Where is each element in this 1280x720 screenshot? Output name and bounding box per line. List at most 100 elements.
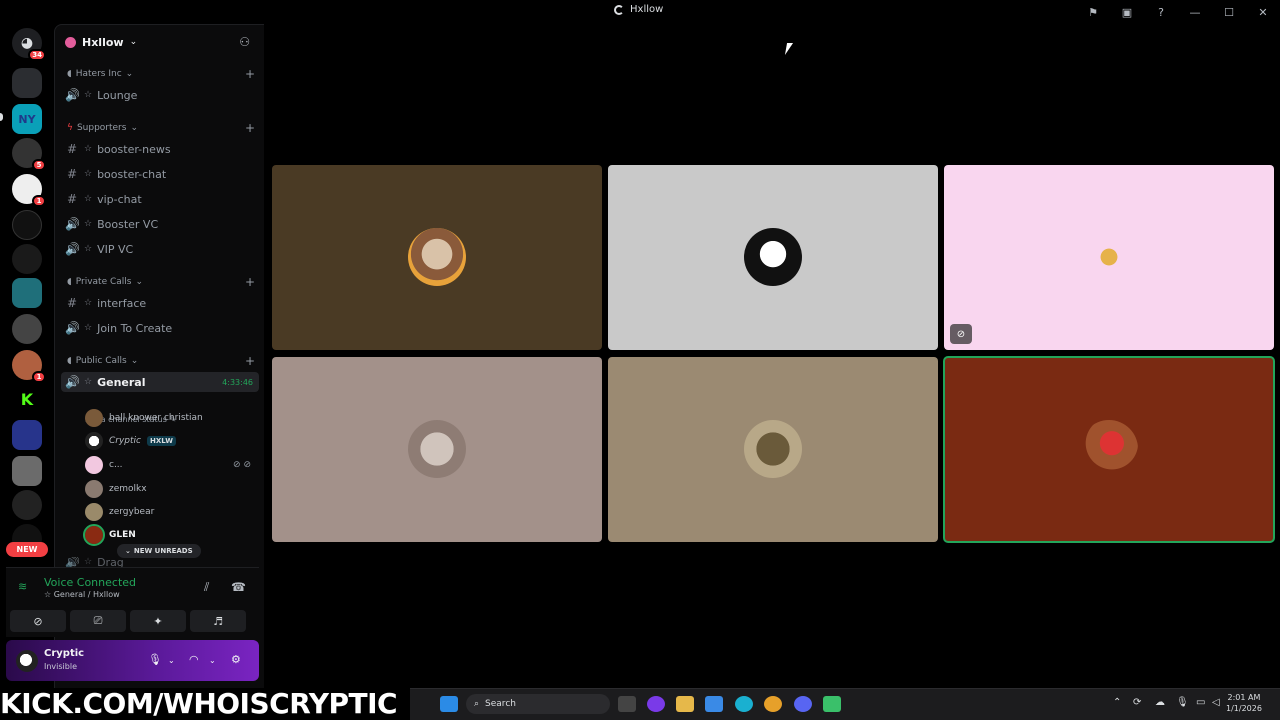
participant-tile-speaking[interactable] xyxy=(943,356,1275,543)
server-icon-6[interactable] xyxy=(12,210,42,240)
add-channel-icon[interactable]: + xyxy=(245,354,255,368)
copilot-app[interactable] xyxy=(647,696,665,712)
voice-user[interactable]: GLEN xyxy=(83,524,255,546)
chevron-down-icon[interactable]: ⌄ xyxy=(168,656,175,665)
server-icon-13[interactable] xyxy=(12,456,42,486)
soundboard-button[interactable]: ♬ xyxy=(190,610,246,632)
activities-button[interactable]: ✦ xyxy=(130,610,186,632)
category-label: Public Calls xyxy=(75,356,127,366)
hide-video-button[interactable]: ⊘ xyxy=(950,324,972,344)
server-icon-14[interactable] xyxy=(12,490,42,520)
voice-status-title[interactable]: Voice Connected xyxy=(44,576,136,589)
add-channel-icon[interactable]: + xyxy=(245,275,255,289)
user-name[interactable]: Cryptic xyxy=(44,648,84,659)
channel-booster-vc[interactable]: 🔊 ☆ Booster VC xyxy=(65,213,255,235)
headphones-icon[interactable]: ◠ xyxy=(189,653,199,666)
participant-tile[interactable] xyxy=(272,165,602,350)
volume-icon[interactable]: ◁ xyxy=(1212,697,1220,708)
voice-location[interactable]: ☆ General / Hxllow xyxy=(44,590,120,599)
voice-user[interactable]: Cryptic HXLW xyxy=(85,431,255,451)
channel-join-to-create[interactable]: 🔊 ☆ Join To Create xyxy=(65,317,255,339)
channel-vip-chat[interactable]: # ☆ vip-chat xyxy=(65,188,255,210)
chrome-app[interactable] xyxy=(764,696,782,712)
server-icon-4[interactable]: 5 xyxy=(12,138,46,171)
participant-tile[interactable] xyxy=(608,165,938,350)
invite-people-icon[interactable]: ⚇ xyxy=(239,35,250,49)
monitor-icon[interactable]: ▭ xyxy=(1196,697,1205,708)
server-icon-10[interactable]: 1 xyxy=(12,350,46,383)
sync-icon[interactable]: ⟳ xyxy=(1133,697,1141,708)
text-channel-icon: # xyxy=(66,142,78,156)
edge-app[interactable] xyxy=(735,696,753,712)
minimize-button[interactable]: — xyxy=(1178,3,1212,21)
participant-tile[interactable] xyxy=(272,357,602,542)
channel-booster-chat[interactable]: # ☆ booster-chat xyxy=(65,163,255,185)
hangup-icon[interactable]: ☎ xyxy=(231,580,246,594)
category-supporters[interactable]: ϟ Supporters ⌄ + xyxy=(67,121,255,135)
gear-icon[interactable]: ⚙ xyxy=(231,653,241,666)
server-icon-kick[interactable]: K xyxy=(12,384,42,414)
server-icon-12[interactable] xyxy=(12,420,42,450)
help-icon[interactable]: ? xyxy=(1144,3,1178,21)
voice-user[interactable]: zergybear xyxy=(85,502,255,522)
category-label: Supporters xyxy=(76,123,127,133)
server-icon-7[interactable] xyxy=(12,244,42,274)
server-badge: 1 xyxy=(32,371,46,383)
server-icon-5[interactable]: 1 xyxy=(12,174,46,207)
channel-general[interactable]: 🔊 ☆ General 4:33:46 xyxy=(61,372,259,392)
avatar xyxy=(85,503,103,521)
start-button[interactable] xyxy=(440,696,458,712)
voice-user[interactable]: c... ⊘ ⊘ xyxy=(85,455,255,475)
avatar xyxy=(1080,228,1138,286)
screen-share-button[interactable]: ⎚ xyxy=(70,610,126,632)
maximize-button[interactable]: ☐ xyxy=(1212,3,1246,21)
voice-user[interactable]: ball knower christian xyxy=(85,408,255,428)
avatar xyxy=(744,228,802,286)
category-private-calls[interactable]: ◖ Private Calls ⌄ + xyxy=(67,275,255,289)
participant-tile[interactable]: ⊘ xyxy=(944,165,1274,350)
channel-booster-news[interactable]: # ☆ booster-news xyxy=(65,138,255,160)
file-explorer-app[interactable] xyxy=(676,696,694,712)
server-icon-9[interactable] xyxy=(12,314,42,344)
channel-interface[interactable]: # ☆ interface xyxy=(65,292,255,314)
system-clock[interactable]: 2:01 AM 1/1/2026 xyxy=(1226,692,1262,714)
add-channel-icon[interactable]: + xyxy=(245,67,255,81)
discord-app[interactable] xyxy=(794,696,812,712)
guild-header[interactable]: Hxllow ⌄ xyxy=(55,25,265,59)
server-icon-ny[interactable]: NY xyxy=(12,104,42,134)
new-servers-pill[interactable]: NEW xyxy=(6,542,48,557)
user-avatar[interactable] xyxy=(16,650,38,672)
signal-icon[interactable]: ≋ xyxy=(18,580,27,593)
server-badge: 1 xyxy=(32,195,46,207)
avatar xyxy=(1080,420,1138,478)
add-channel-icon[interactable]: + xyxy=(245,121,255,135)
category-haters[interactable]: ◖ Haters Inc ⌄ + xyxy=(67,67,255,81)
noise-suppression-icon[interactable]: ⫽ xyxy=(204,580,209,595)
camera-off-button[interactable]: ⊘ xyxy=(10,610,66,632)
mic-tray-icon[interactable]: 🎙 xyxy=(1176,697,1189,708)
close-button[interactable]: ✕ xyxy=(1246,3,1280,21)
channel-drag[interactable]: 🔊 ☆ Drag xyxy=(65,557,255,567)
chevron-down-icon[interactable]: ⌄ xyxy=(209,656,216,665)
voice-user[interactable]: zemolkx xyxy=(85,479,255,499)
channel-lounge[interactable]: 🔊 ☆ Lounge xyxy=(65,84,255,106)
green-app[interactable] xyxy=(823,696,841,712)
new-unreads-button[interactable]: ⌄ NEW UNREADS xyxy=(117,544,201,558)
inbox-icon[interactable]: ▣ xyxy=(1110,3,1144,21)
cloud-icon[interactable]: ☁ xyxy=(1155,697,1165,708)
home-badge: 34 xyxy=(28,49,46,61)
server-icon-1[interactable] xyxy=(12,68,42,98)
taskbar-search[interactable]: ⌕ Search xyxy=(466,694,610,714)
flag-icon[interactable]: ⚑ xyxy=(1076,3,1110,21)
home-button[interactable]: ◕ 34 xyxy=(12,28,46,61)
server-icon-8[interactable] xyxy=(12,278,42,308)
chevron-up-icon[interactable]: ⌃ xyxy=(1113,697,1121,708)
participant-tile[interactable] xyxy=(608,357,938,542)
mic-icon[interactable]: 🎙 xyxy=(148,653,162,666)
star-icon: ☆ xyxy=(84,169,93,179)
channel-vip-vc[interactable]: 🔊 ☆ VIP VC xyxy=(65,238,255,260)
task-view-button[interactable] xyxy=(618,696,636,712)
store-app[interactable] xyxy=(705,696,723,712)
channel-label: vip-chat xyxy=(97,192,142,206)
category-public-calls[interactable]: ◖ Public Calls ⌄ + xyxy=(67,354,255,368)
